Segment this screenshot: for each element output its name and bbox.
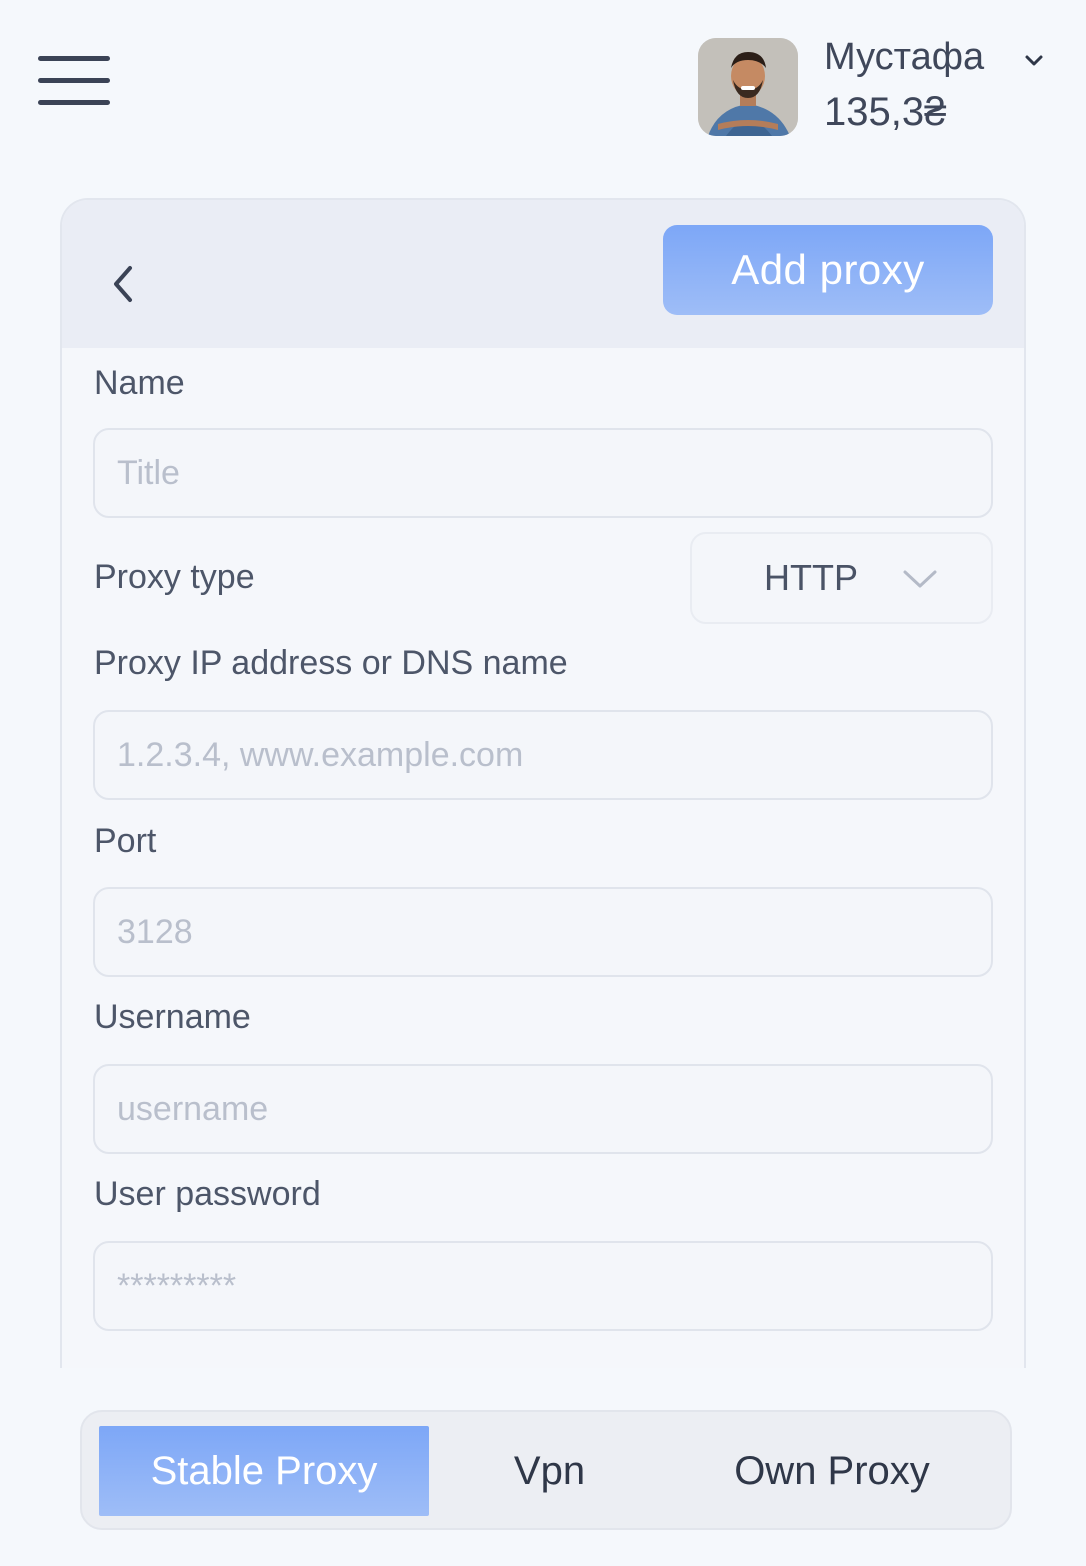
user-balance: 135,3₴ xyxy=(824,90,947,134)
proxy-type-label: Proxy type xyxy=(94,558,255,596)
chevron-left-icon[interactable] xyxy=(108,260,142,308)
password-input[interactable] xyxy=(95,1243,991,1329)
user-name: Мустафа xyxy=(824,36,985,78)
chevron-down-icon xyxy=(902,568,938,590)
address-field-wrap xyxy=(93,710,993,800)
avatar[interactable] xyxy=(698,38,798,136)
menu-icon[interactable] xyxy=(38,56,110,108)
address-input[interactable] xyxy=(95,712,991,798)
port-input[interactable] xyxy=(95,889,991,975)
add-proxy-button[interactable]: Add proxy xyxy=(663,225,993,315)
tab-own-proxy[interactable]: Own Proxy xyxy=(692,1426,972,1516)
password-field-wrap xyxy=(93,1241,993,1331)
name-label: Name xyxy=(94,364,185,402)
address-label: Proxy IP address or DNS name xyxy=(94,644,568,682)
bottom-tab-bar: Stable Proxy Vpn Own Proxy xyxy=(80,1410,1012,1530)
proxy-type-select[interactable]: HTTP xyxy=(690,532,993,624)
port-field-wrap xyxy=(93,887,993,977)
name-input[interactable] xyxy=(95,430,991,516)
username-input[interactable] xyxy=(95,1066,991,1152)
proxy-type-value: HTTP xyxy=(764,557,858,598)
tab-vpn[interactable]: Vpn xyxy=(482,1426,617,1516)
username-label: Username xyxy=(94,998,251,1036)
chevron-down-icon[interactable] xyxy=(1022,52,1046,70)
password-label: User password xyxy=(94,1175,321,1213)
port-label: Port xyxy=(94,822,157,860)
username-field-wrap xyxy=(93,1064,993,1154)
tab-stable-proxy[interactable]: Stable Proxy xyxy=(99,1426,429,1516)
form-header: Add proxy xyxy=(62,200,1024,348)
app-screen: Мустафа 135,3₴ Add proxy Name Proxy type… xyxy=(0,0,1086,1566)
name-field-wrap xyxy=(93,428,993,518)
add-proxy-form: Add proxy Name Proxy type HTTP Proxy IP … xyxy=(60,198,1026,1368)
